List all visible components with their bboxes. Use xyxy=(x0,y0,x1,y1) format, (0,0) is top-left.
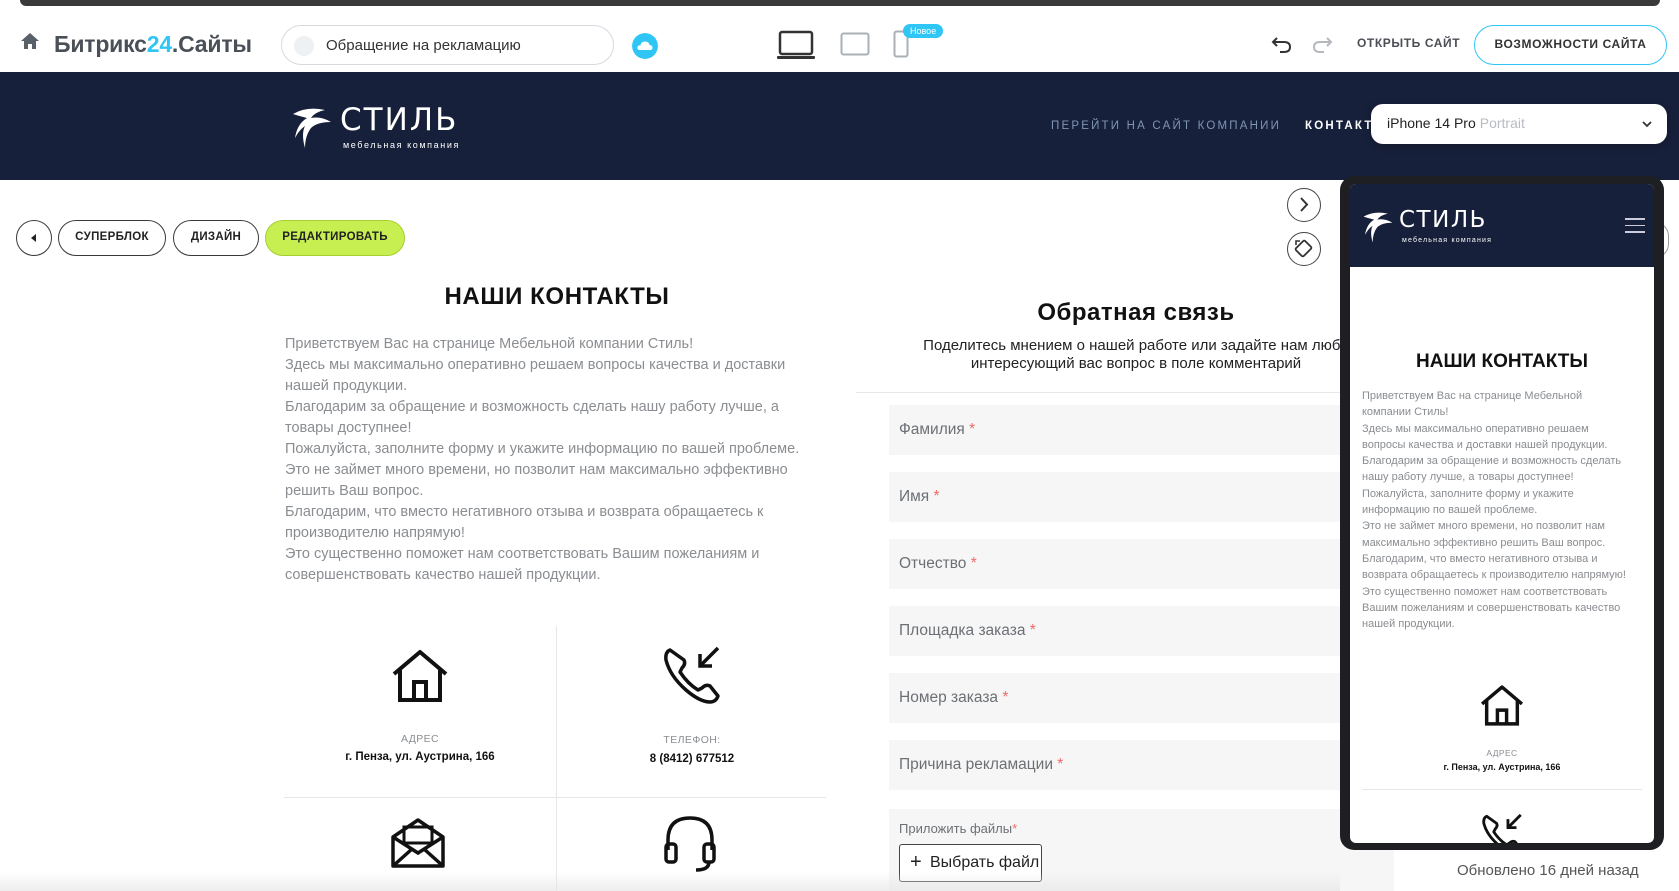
house-icon xyxy=(392,650,448,702)
brand-logo[interactable]: Битрикс24.Сайты xyxy=(54,31,252,58)
device-name: iPhone 14 Pro Portrait xyxy=(1387,115,1525,131)
phone-address-value: г. Пенза, ул. Аустрина, 166 xyxy=(1443,762,1561,772)
cells-divider-vertical xyxy=(556,626,557,891)
site-features-button[interactable]: ВОЗМОЖНОСТИ САЙТА xyxy=(1474,25,1667,65)
form-divider xyxy=(856,392,1416,393)
device-select[interactable]: iPhone 14 Pro Portrait xyxy=(1371,104,1667,144)
headset-icon xyxy=(664,816,716,872)
phone-site-logo[interactable]: СТИЛЬ мебельная компания xyxy=(1362,206,1502,246)
next-device-button[interactable] xyxy=(1287,188,1321,222)
phone-value: 8 (8412) 677512 xyxy=(649,753,735,765)
swallow-logo-icon xyxy=(293,108,331,148)
edit-button[interactable]: РЕДАКТИРОВАТЬ xyxy=(265,220,405,256)
feedback-subtitle[interactable]: Поделитесь мнением о нашей работе или за… xyxy=(856,337,1416,373)
incoming-call-icon xyxy=(1482,813,1522,843)
arrow-left-icon xyxy=(31,234,36,242)
chevron-right-icon xyxy=(1300,197,1309,212)
redo-icon[interactable] xyxy=(1311,34,1333,54)
phone-preview-frame[interactable]: СТИЛЬ мебельная компания НАШИ КОНТАКТЫ П… xyxy=(1340,176,1664,850)
logo-word: СТИЛЬ xyxy=(340,102,459,138)
desktop-view-icon[interactable] xyxy=(776,30,816,62)
phone-address-label: АДРЕС xyxy=(1486,748,1518,758)
phone-divider xyxy=(1362,789,1642,790)
phone-logo-subtitle: мебельная компания xyxy=(1402,237,1493,244)
collapse-toolbar-button[interactable] xyxy=(16,220,52,256)
phone-label: ТЕЛЕФОН: xyxy=(663,734,721,746)
cloud-publish-icon[interactable] xyxy=(632,33,658,59)
nav-contacts[interactable]: КОНТАКТ xyxy=(1305,120,1374,132)
phone-site-header: СТИЛЬ мебельная компания xyxy=(1350,184,1654,267)
page-select-field[interactable]: Обращение на рекламацию xyxy=(281,25,614,65)
incoming-call-icon xyxy=(664,646,720,704)
cells-divider-horizontal xyxy=(284,797,826,798)
undo-icon[interactable] xyxy=(1271,34,1293,54)
complaint-reason-field[interactable]: Причина рекламации * xyxy=(889,740,1394,790)
phone-screen[interactable]: СТИЛЬ мебельная компания НАШИ КОНТАКТЫ П… xyxy=(1350,184,1654,843)
tablet-view-icon[interactable] xyxy=(840,32,870,56)
house-icon xyxy=(1480,685,1524,726)
updated-status: Обновлено 16 дней назад xyxy=(1457,862,1639,879)
contacts-intro[interactable]: Приветствуем Вас на странице Мебельной к… xyxy=(285,334,825,586)
rotate-device-button[interactable] xyxy=(1287,232,1321,266)
editor-window: Битрикс24.Сайты Обращение на рекламацию … xyxy=(0,0,1679,891)
surname-field[interactable]: Фамилия * xyxy=(889,405,1394,455)
feedback-title[interactable]: Обратная связь xyxy=(856,299,1416,327)
phone-contacts-intro: Приветствуем Вас на странице Мебельной к… xyxy=(1362,390,1626,631)
chevron-down-icon xyxy=(1642,121,1652,128)
address-label: АДРЕС xyxy=(400,733,440,745)
phone-contacts-title: НАШИ КОНТАКТЫ xyxy=(1416,351,1588,372)
logo-subtitle: мебельная компания xyxy=(343,140,460,150)
name-field[interactable]: Имя * xyxy=(889,472,1394,522)
editor-toolbar: Битрикс24.Сайты Обращение на рекламацию … xyxy=(0,6,1679,72)
nav-company-site[interactable]: ПЕРЕЙТИ НА САЙТ КОМПАНИИ xyxy=(1051,120,1281,132)
rotate-icon xyxy=(1294,239,1313,258)
device-orientation: Portrait xyxy=(1479,115,1525,131)
attach-files-label: Приложить файлы* xyxy=(899,821,1018,836)
home-icon[interactable] xyxy=(20,32,40,50)
order-platform-field[interactable]: Площадка заказа * xyxy=(889,606,1394,656)
address-value: г. Пенза, ул. Аустрина, 166 xyxy=(345,751,495,763)
patronymic-field[interactable]: Отчество * xyxy=(889,539,1394,589)
new-badge: Новое xyxy=(903,24,944,38)
superblock-button[interactable]: СУПЕРБЛОК xyxy=(58,220,166,256)
envelope-icon xyxy=(391,818,445,868)
open-site-link[interactable]: ОТКРЫТЬ САЙТ xyxy=(1357,36,1460,50)
order-number-field[interactable]: Номер заказа * xyxy=(889,673,1394,723)
hamburger-menu-icon[interactable] xyxy=(1625,218,1645,234)
page-name: Обращение на рекламацию xyxy=(326,37,521,54)
bottom-scroll-fade xyxy=(0,872,1340,891)
swallow-logo-icon xyxy=(1363,212,1393,243)
site-logo[interactable]: СТИЛЬ мебельная компания xyxy=(291,100,471,156)
page-thumbnail-icon xyxy=(294,36,314,56)
contacts-title[interactable]: НАШИ КОНТАКТЫ xyxy=(270,283,844,311)
design-button[interactable]: ДИЗАЙН xyxy=(173,220,259,256)
phone-logo-word: СТИЛЬ xyxy=(1399,207,1487,233)
